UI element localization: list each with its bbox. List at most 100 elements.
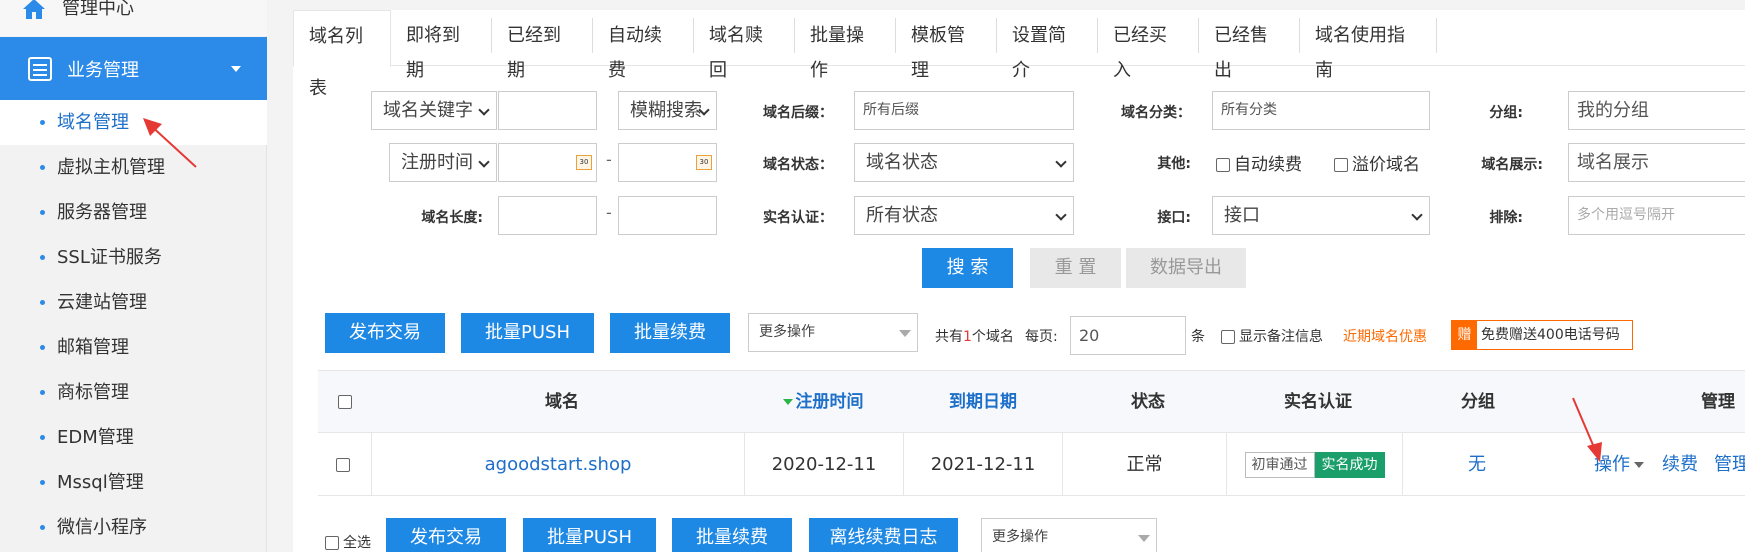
- select-all-header-checkbox[interactable]: [338, 395, 352, 409]
- caret-down-icon: [899, 330, 911, 337]
- tab-bar-strip: [293, 0, 1745, 10]
- sidebar-item-site-builder[interactable]: 云建站管理: [0, 280, 267, 325]
- tab-guide[interactable]: 域名使用指南: [1300, 18, 1437, 81]
- tab-auto-renew[interactable]: 自动续费: [593, 18, 694, 81]
- regtime-end-input[interactable]: 30: [618, 143, 717, 182]
- regtime-start-input[interactable]: 30: [498, 143, 597, 182]
- sidebar-item-mail[interactable]: 邮箱管理: [0, 325, 267, 370]
- expire-promo-link[interactable]: 近期域名优惠: [1343, 326, 1427, 346]
- category-label: 域名分类：: [1121, 105, 1191, 121]
- calendar-icon[interactable]: 30: [576, 155, 592, 170]
- tab-redeem[interactable]: 域名赎回: [694, 18, 795, 81]
- col-label: 注册时间: [795, 392, 864, 412]
- row-checkbox[interactable]: [335, 458, 350, 472]
- checkbox[interactable]: [1334, 158, 1348, 172]
- sidebar-item-servers[interactable]: 服务器管理: [0, 190, 267, 235]
- show-notes-checkbox[interactable]: 显示备注信息: [1221, 326, 1323, 346]
- sidebar-item-admin-center[interactable]: 管理中心: [0, 0, 267, 36]
- realname-select[interactable]: 所有状态: [854, 196, 1074, 235]
- regtime-select[interactable]: 注册时间: [389, 143, 497, 182]
- col-status: 状态: [1131, 392, 1165, 412]
- col-reg-time[interactable]: 注册时间: [748, 371, 898, 434]
- tab-sold[interactable]: 已经售出: [1199, 18, 1300, 81]
- domain-link[interactable]: agoodstart.shop: [372, 433, 745, 496]
- checkbox[interactable]: [1221, 330, 1235, 344]
- sidebar-item-domains[interactable]: 域名管理: [0, 100, 267, 145]
- api-select[interactable]: 接口: [1212, 196, 1430, 235]
- keyword-input[interactable]: [498, 91, 597, 130]
- gift-promo-banner[interactable]: 赠免费赠送400电话号码: [1451, 320, 1633, 350]
- col-realname: 实名认证: [1284, 392, 1352, 412]
- sort-down-icon: [782, 399, 793, 405]
- tab-intro[interactable]: 设置简介: [997, 18, 1098, 81]
- select-value: 模糊搜索: [630, 100, 702, 121]
- sidebar-item-label: 管理中心: [62, 0, 134, 19]
- bottom-publish-button[interactable]: 发布交易: [386, 518, 506, 552]
- sidebar: 管理中心 业务管理 域名管理 虚拟主机管理 服务器管理 SSL证书服务 云建站管…: [0, 0, 267, 552]
- search-button[interactable]: 搜 索: [922, 248, 1013, 288]
- tab-batch[interactable]: 批量操作: [795, 18, 896, 81]
- sidebar-item-label: 业务管理: [67, 60, 139, 81]
- display-select[interactable]: 域名展示: [1568, 143, 1745, 182]
- manage-link[interactable]: 管理: [1714, 433, 1745, 496]
- auto-renew-checkbox[interactable]: 自动续费: [1216, 150, 1302, 175]
- home-icon: [23, 0, 45, 19]
- chevron-down-icon: [1411, 209, 1423, 221]
- length-max-input[interactable]: [618, 196, 717, 235]
- bottom-batch-push-button[interactable]: 批量PUSH: [523, 518, 656, 552]
- tab-bought[interactable]: 已经买入: [1098, 18, 1199, 81]
- suffix-input[interactable]: 所有后缀: [854, 91, 1074, 130]
- bottom-batch-renew-button[interactable]: 批量续费: [672, 518, 792, 552]
- more-ops-select[interactable]: 更多操作: [748, 313, 918, 352]
- group-select[interactable]: 我的分组: [1568, 91, 1745, 130]
- select-all-checkbox[interactable]: 全选: [325, 532, 371, 552]
- gift-text: 免费赠送400电话号码: [1481, 327, 1620, 343]
- bottom-more-ops-select[interactable]: 更多操作: [981, 518, 1157, 552]
- select-value: 域名状态: [866, 152, 938, 173]
- export-button[interactable]: 数据导出: [1126, 248, 1246, 288]
- length-label: 域名长度:: [421, 210, 483, 226]
- tab-expired[interactable]: 已经到期: [492, 18, 593, 81]
- fuzzy-search-select[interactable]: 模糊搜索: [618, 91, 717, 130]
- reset-button[interactable]: 重 置: [1030, 248, 1121, 288]
- sidebar-submenu: 域名管理 虚拟主机管理 服务器管理 SSL证书服务 云建站管理 邮箱管理 商标管…: [0, 100, 267, 550]
- renew-link[interactable]: 续费: [1662, 433, 1698, 496]
- sidebar-item-ssl[interactable]: SSL证书服务: [0, 235, 267, 280]
- grid-icon: [28, 57, 52, 81]
- select-value: 注册时间: [401, 152, 473, 173]
- premium-checkbox[interactable]: 溢价域名: [1334, 150, 1420, 175]
- total-suffix: 个域名: [971, 329, 1014, 345]
- annotation-arrow-icon: [1572, 397, 1602, 462]
- category-input[interactable]: 所有分类: [1212, 91, 1430, 130]
- col-expire[interactable]: 到期日期: [908, 371, 1058, 434]
- sidebar-item-mini-program[interactable]: 微信小程序: [0, 505, 267, 550]
- col-group: 分组: [1461, 392, 1495, 412]
- calendar-icon[interactable]: 30: [696, 155, 712, 170]
- chevron-down-icon: [1055, 156, 1067, 168]
- group-cell[interactable]: 无: [1403, 433, 1551, 496]
- offline-renew-log-button[interactable]: 离线续费日志: [809, 518, 958, 552]
- batch-renew-button[interactable]: 批量续费: [610, 313, 730, 353]
- sidebar-item-business[interactable]: 业务管理: [0, 37, 267, 100]
- sidebar-item-mssql[interactable]: Mssql管理: [0, 460, 267, 505]
- length-min-input[interactable]: [498, 196, 597, 235]
- tab-domain-list[interactable]: 域名列表: [293, 10, 391, 99]
- select-value: 接口: [1224, 205, 1260, 226]
- checkbox-label: 溢价域名: [1352, 155, 1420, 175]
- publish-trade-button[interactable]: 发布交易: [325, 313, 445, 353]
- range-dash: -: [606, 150, 612, 169]
- exclude-input[interactable]: 多个用逗号隔开: [1568, 196, 1745, 235]
- sidebar-item-edm[interactable]: EDM管理: [0, 415, 267, 460]
- checkbox[interactable]: [325, 536, 339, 550]
- tab-expiring[interactable]: 即将到期: [391, 18, 492, 81]
- status-select[interactable]: 域名状态: [854, 143, 1074, 182]
- sidebar-item-trademark[interactable]: 商标管理: [0, 370, 267, 415]
- select-value: 所有状态: [866, 205, 938, 226]
- batch-push-button[interactable]: 批量PUSH: [461, 313, 594, 353]
- keyword-type-select[interactable]: 域名关键字: [371, 91, 497, 130]
- checkbox[interactable]: [1216, 158, 1230, 172]
- per-page-input[interactable]: 20: [1070, 316, 1186, 355]
- sidebar-item-hosting[interactable]: 虚拟主机管理: [0, 145, 267, 190]
- table-header: 域名 注册时间 到期日期 状态 实名认证 分组 管理: [318, 370, 1745, 433]
- tab-templates[interactable]: 模板管理: [896, 18, 997, 81]
